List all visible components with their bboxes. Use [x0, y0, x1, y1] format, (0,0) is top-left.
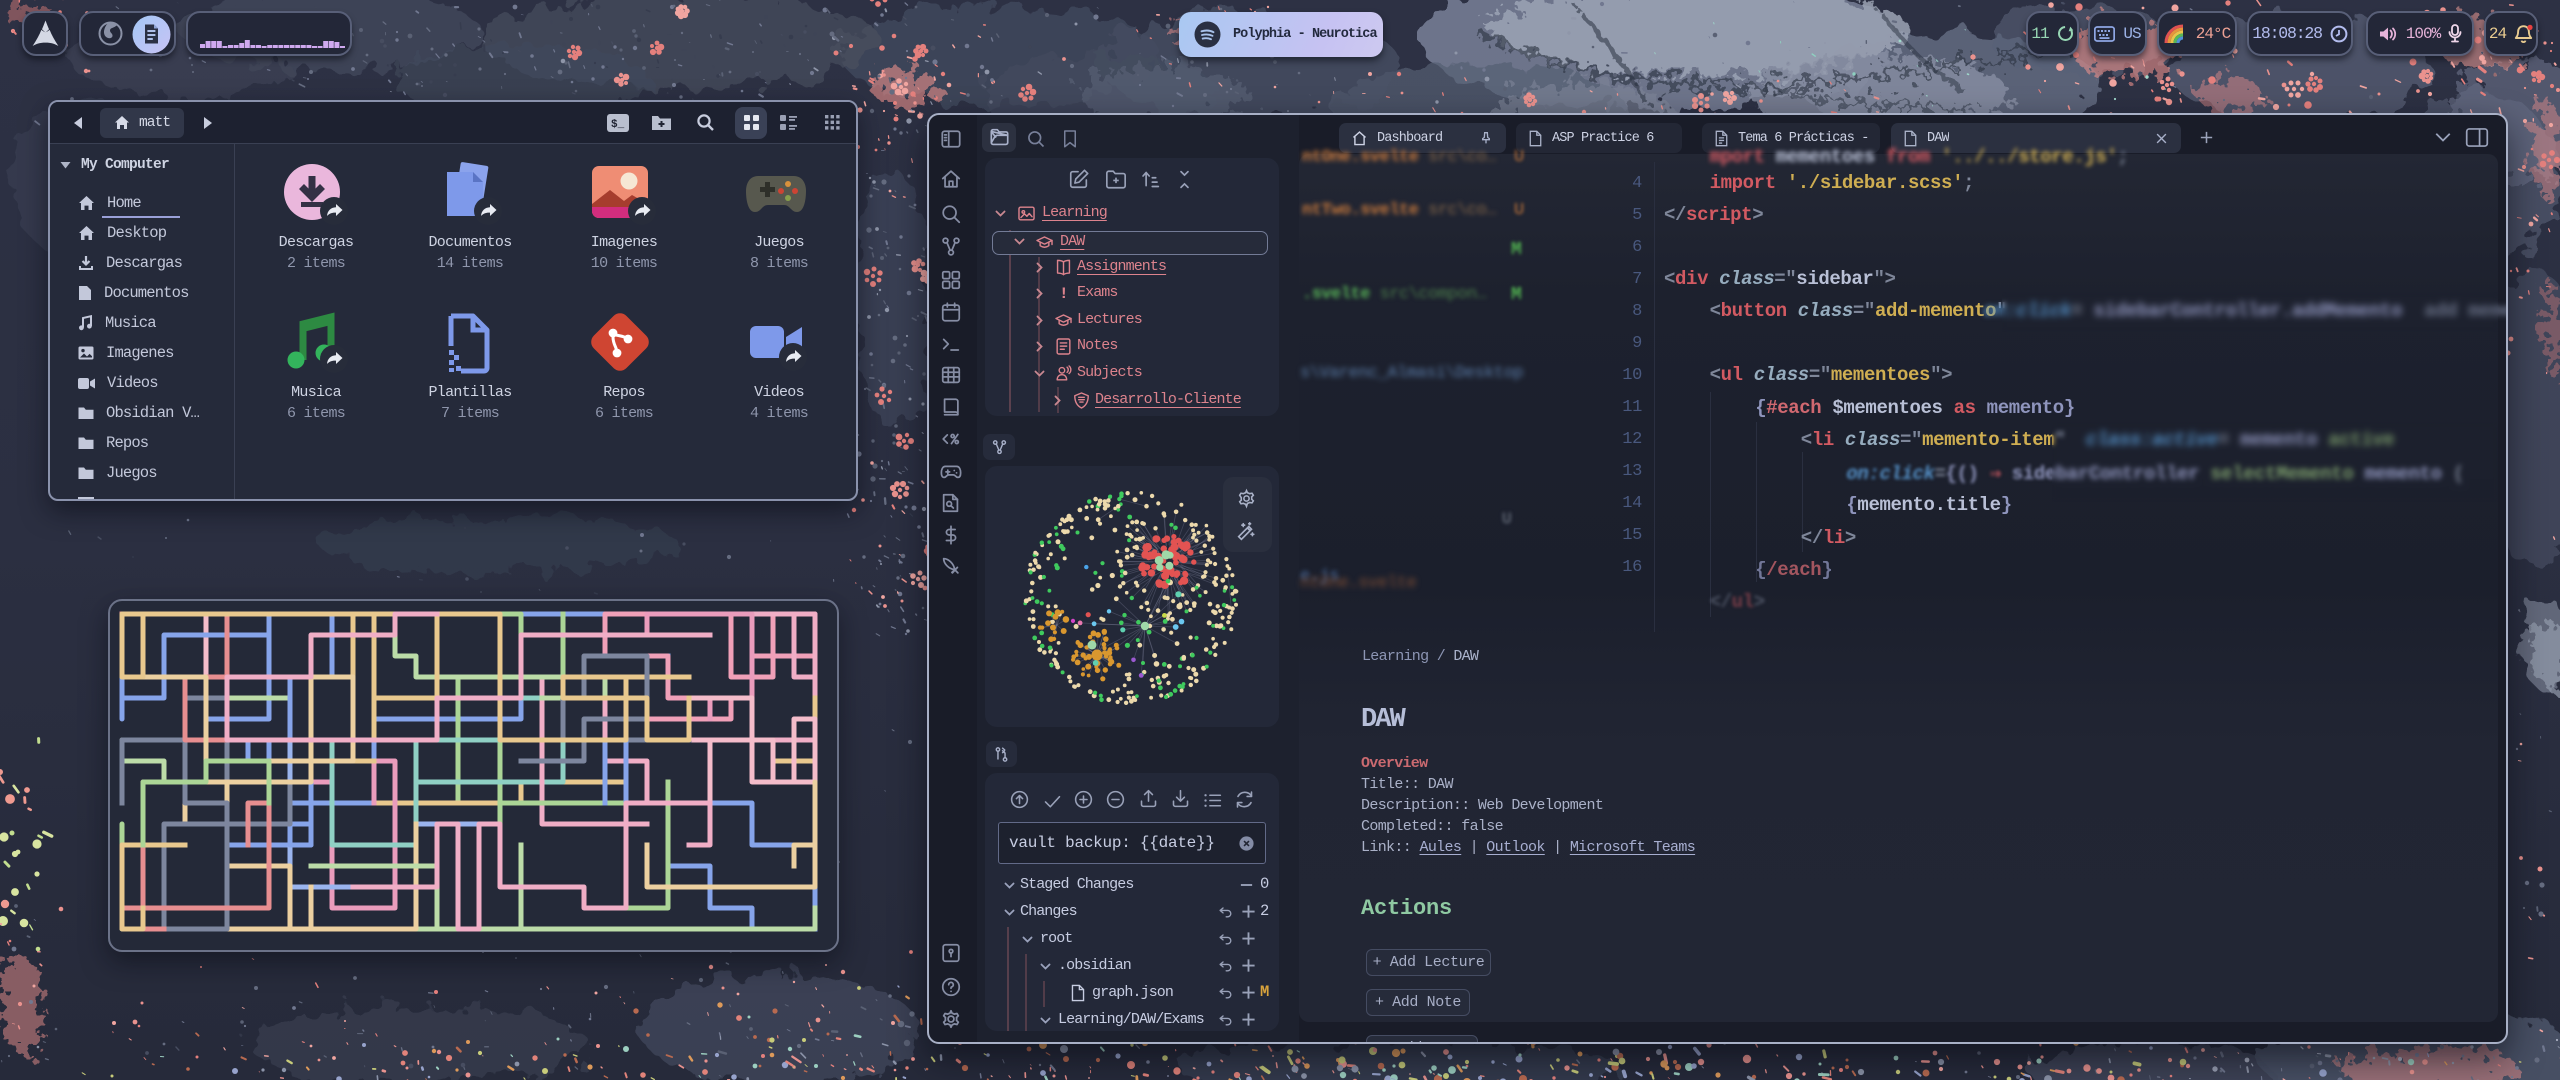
svg-text:$_: $_: [611, 119, 625, 131]
